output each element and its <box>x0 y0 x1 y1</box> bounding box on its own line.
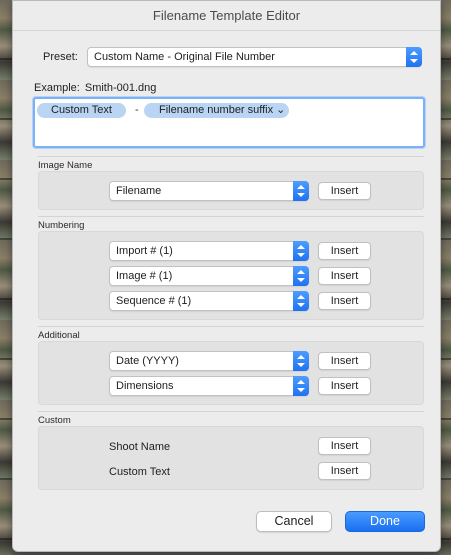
image-number-insert-button[interactable]: Insert <box>318 267 371 285</box>
chevron-updown-icon <box>293 351 309 371</box>
section-divider <box>38 216 424 217</box>
custom-text-label: Custom Text <box>109 466 170 478</box>
example-value: Smith-001.dng <box>84 82 157 94</box>
background-photo-strip-left <box>0 0 12 555</box>
cancel-button[interactable]: Cancel <box>256 511 332 532</box>
date-insert-button[interactable]: Insert <box>318 352 371 370</box>
token-filename-number-suffix[interactable]: Filename number suffix ⌄ <box>144 103 290 118</box>
image-name-value: Filename <box>116 185 162 197</box>
image-name-group: Filename Insert <box>38 171 424 210</box>
token-separator[interactable]: - <box>135 104 139 116</box>
custom-text-insert-button[interactable]: Insert <box>318 462 371 480</box>
date-popup[interactable]: Date (YYYY) <box>109 351 309 371</box>
chevron-updown-icon <box>293 291 309 311</box>
section-title-custom: Custom <box>38 415 71 426</box>
chevron-updown-icon <box>406 47 422 67</box>
section-divider <box>38 326 424 327</box>
sequence-number-value: Sequence # (1) <box>116 295 192 307</box>
section-title-additional: Additional <box>38 330 80 341</box>
chevron-updown-icon <box>293 266 309 286</box>
template-token-field[interactable]: Custom Text - Filename number suffix ⌄ <box>33 97 425 148</box>
dimensions-insert-button[interactable]: Insert <box>318 377 371 395</box>
preset-row: Preset: Custom Name - Original File Numb… <box>13 46 440 68</box>
preset-popup[interactable]: Custom Name - Original File Number <box>87 47 422 67</box>
section-divider <box>38 156 424 157</box>
image-number-popup[interactable]: Image # (1) <box>109 266 309 286</box>
numbering-group: Import # (1) Insert Image # (1) Insert S… <box>38 231 424 320</box>
shoot-name-insert-button[interactable]: Insert <box>318 437 371 455</box>
chevron-updown-icon <box>293 241 309 261</box>
custom-group: Shoot Name Insert Custom Text Insert <box>38 426 424 490</box>
sequence-number-popup[interactable]: Sequence # (1) <box>109 291 309 311</box>
window-title: Filename Template Editor <box>13 1 440 31</box>
chevron-updown-icon <box>293 181 309 201</box>
additional-group: Date (YYYY) Insert Dimensions Insert <box>38 341 424 405</box>
section-title-numbering: Numbering <box>38 220 85 231</box>
done-button[interactable]: Done <box>345 511 425 532</box>
preset-label: Preset: <box>43 51 78 63</box>
image-name-insert-button[interactable]: Insert <box>318 182 371 200</box>
chevron-updown-icon <box>293 376 309 396</box>
section-divider <box>38 411 424 412</box>
example-label: Example: <box>34 82 80 94</box>
import-number-popup[interactable]: Import # (1) <box>109 241 309 261</box>
image-number-value: Image # (1) <box>116 270 173 282</box>
shoot-name-label: Shoot Name <box>109 441 171 453</box>
dimensions-popup[interactable]: Dimensions <box>109 376 309 396</box>
section-title-image-name: Image Name <box>38 160 93 171</box>
example-line: Example: Smith-001.dng <box>34 82 161 94</box>
preset-value: Custom Name - Original File Number <box>94 51 275 63</box>
import-number-insert-button[interactable]: Insert <box>318 242 371 260</box>
image-name-popup[interactable]: Filename <box>109 181 309 201</box>
sequence-number-insert-button[interactable]: Insert <box>318 292 371 310</box>
dimensions-value: Dimensions <box>116 380 174 392</box>
token-custom-text[interactable]: Custom Text <box>37 103 126 118</box>
import-number-value: Import # (1) <box>116 245 173 257</box>
date-value: Date (YYYY) <box>116 355 179 367</box>
filename-template-editor-dialog: Filename Template Editor Preset: Custom … <box>12 0 441 552</box>
